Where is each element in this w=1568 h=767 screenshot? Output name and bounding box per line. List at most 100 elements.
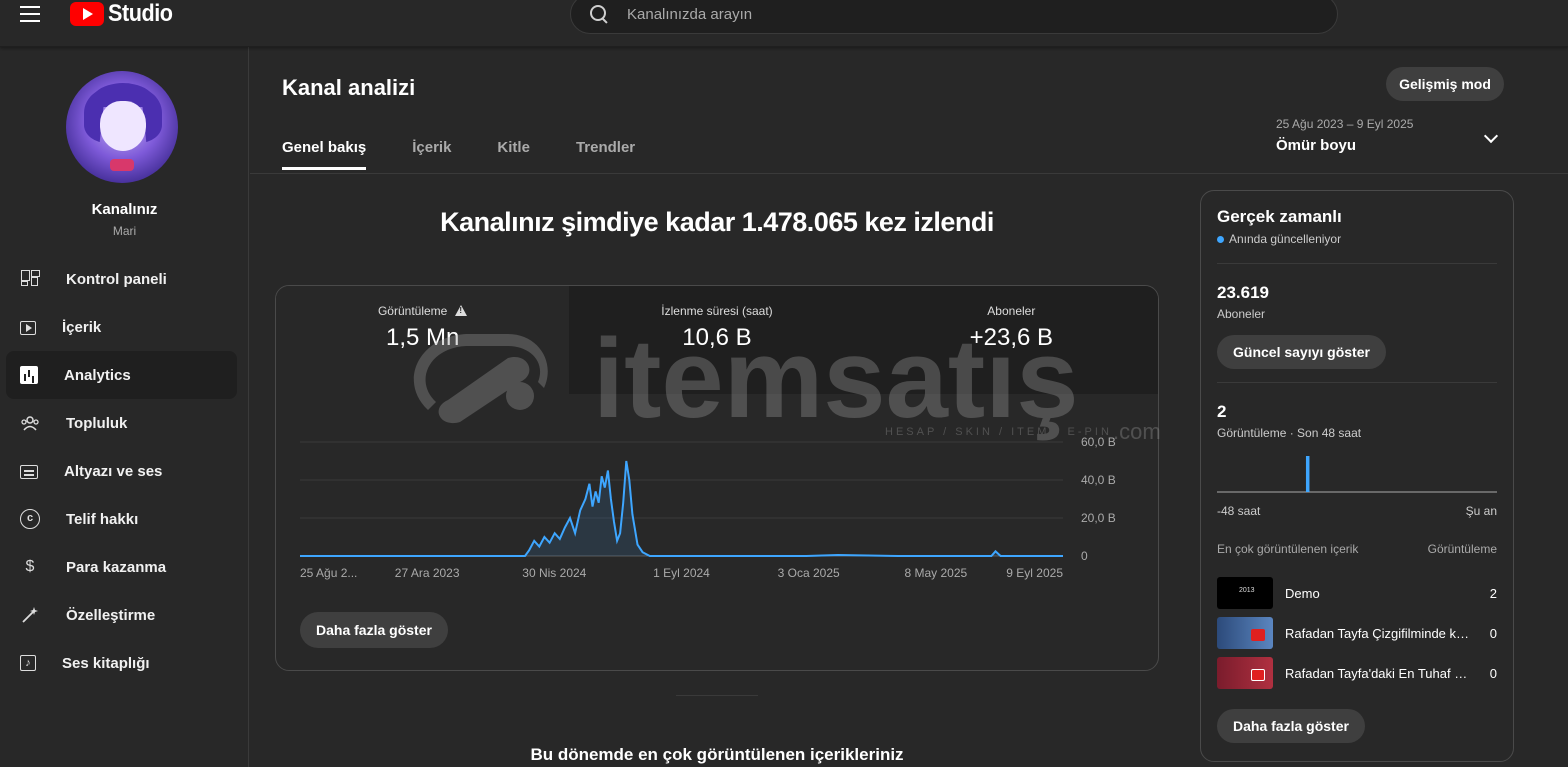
sidebar-item-label: Topluluk xyxy=(66,414,128,432)
top-bar: Studio xyxy=(0,0,1568,47)
realtime-show-more-button[interactable]: Daha fazla göster xyxy=(1217,709,1365,743)
realtime-live-text: Anında güncelleniyor xyxy=(1229,232,1342,246)
content-views: 0 xyxy=(1489,665,1497,681)
tab-content[interactable]: İçerik xyxy=(412,139,451,170)
realtime-views-label: Görüntüleme · Son 48 saat xyxy=(1217,426,1362,440)
top-content-row[interactable]: Rafadan Tayfa'daki En Tuhaf … 0 xyxy=(1217,657,1497,689)
sidebar-item-analytics[interactable]: Analytics xyxy=(6,351,237,399)
content-title: Demo xyxy=(1285,585,1320,601)
sidebar-item-label: İçerik xyxy=(62,318,102,336)
metric-tabs: Görüntüleme 1,5 Mn İzlenme süresi (saat)… xyxy=(276,286,1158,394)
warning-icon[interactable] xyxy=(455,305,468,316)
sidebar-item-label: Para kazanma xyxy=(66,558,167,576)
x-tick-label: 25 Ağu 2... xyxy=(300,566,357,580)
sidebar-item-customization[interactable]: Özelleştirme xyxy=(6,591,237,639)
y-tick-label: 40,0 B xyxy=(1081,473,1116,487)
top-content-row[interactable]: Rafadan Tayfa Çizgifilminde k… 0 xyxy=(1217,617,1497,649)
community-icon xyxy=(20,413,40,433)
x-tick-label: 30 Nis 2024 xyxy=(522,566,586,580)
date-range-dates: 25 Ağu 2023 – 9 Eyl 2025 xyxy=(1276,117,1414,131)
date-range-picker[interactable]: 25 Ağu 2023 – 9 Eyl 2025 Ömür boyu xyxy=(1276,117,1504,161)
magic-wand-icon xyxy=(20,605,40,625)
tab-audience[interactable]: Kitle xyxy=(497,139,530,170)
realtime-card: Gerçek zamanlı Anında güncelleniyor 23.6… xyxy=(1200,190,1514,762)
show-more-button[interactable]: Daha fazla göster xyxy=(300,612,448,648)
video-thumbnail xyxy=(1217,617,1273,649)
x-tick-label: 1 Eyl 2024 xyxy=(653,566,710,580)
metric-views[interactable]: Görüntüleme 1,5 Mn xyxy=(276,286,571,394)
series-area xyxy=(300,461,1063,556)
dollar-icon: $ xyxy=(25,558,35,575)
sidebar: Kanalınız Mari Kontrol paneli İçerik Ana… xyxy=(0,47,249,767)
metric-label: Görüntüleme xyxy=(377,304,448,318)
video-thumbnail: 2013 xyxy=(1217,577,1273,609)
overview-card: Görüntüleme 1,5 Mn İzlenme süresi (saat)… xyxy=(275,285,1159,671)
sidebar-item-monetization[interactable]: $ Para kazanma xyxy=(6,543,237,591)
sidebar-item-label: Telif hakkı xyxy=(66,510,139,528)
metric-value: 1,5 Mn xyxy=(385,324,460,351)
sidebar-item-audio-library[interactable]: ♪ Ses kitaplığı xyxy=(6,639,237,687)
content-icon xyxy=(20,321,36,335)
sidebar-item-copyright[interactable]: c Telif hakkı xyxy=(6,495,237,543)
sidebar-item-label: Analytics xyxy=(64,366,131,384)
views-line-chart[interactable]: 60,0 B 40,0 B 20,0 B 0 25 Ağu 2... 27 Ara 202… xyxy=(298,436,1148,596)
divider xyxy=(1217,382,1497,383)
x-tick-label: 3 Oca 2025 xyxy=(778,566,840,580)
x-tick-label: 8 May 2025 xyxy=(904,566,967,580)
advanced-mode-button[interactable]: Gelişmiş mod xyxy=(1386,67,1504,101)
divider xyxy=(1217,263,1497,264)
top-content-row[interactable]: 2013 Demo 2 xyxy=(1217,577,1497,609)
copyright-icon: c xyxy=(20,509,40,529)
y-tick-label: 60,0 B xyxy=(1081,436,1116,449)
total-views-headline: Kanalınız şimdiye kadar 1.478.065 kez iz… xyxy=(440,207,994,237)
metric-value: 10,6 B xyxy=(682,324,752,351)
search-icon[interactable] xyxy=(589,4,609,24)
content-views: 0 xyxy=(1489,625,1497,641)
realtime-bar-chart[interactable] xyxy=(1217,453,1497,493)
studio-logo[interactable]: Studio xyxy=(70,0,180,28)
subtitles-icon xyxy=(20,465,38,479)
video-thumbnail xyxy=(1217,657,1273,689)
sidebar-item-content[interactable]: İçerik xyxy=(6,303,237,351)
search-bar[interactable] xyxy=(570,0,1338,34)
date-range-label: Ömür boyu xyxy=(1276,137,1357,154)
metric-label: Aboneler xyxy=(987,304,1036,318)
y-tick-label: 20,0 B xyxy=(1081,511,1116,525)
analytics-icon xyxy=(20,366,38,384)
y-tick-label: 0 xyxy=(1081,549,1088,563)
analytics-tabs: Genel bakış İçerik Kitle Trendler xyxy=(282,139,681,170)
realtime-title: Gerçek zamanlı xyxy=(1217,207,1342,226)
show-current-count-button[interactable]: Güncel sayıyı göster xyxy=(1217,335,1386,369)
mini-axis-right: Şu an xyxy=(1465,504,1497,518)
sidebar-item-label: Altyazı ve ses xyxy=(64,462,163,480)
sidebar-item-dashboard[interactable]: Kontrol paneli xyxy=(6,255,237,303)
metric-watch-time[interactable]: İzlenme süresi (saat) 10,6 B xyxy=(570,286,865,394)
channel-title: Kanalınız xyxy=(91,201,158,218)
audio-library-icon: ♪ xyxy=(20,655,36,671)
sidebar-item-label: Özelleştirme xyxy=(66,606,156,624)
metric-subscribers[interactable]: Aboneler +23,6 B xyxy=(864,286,1158,394)
page-title: Kanal analizi xyxy=(282,75,416,100)
sidebar-item-label: Kontrol paneli xyxy=(66,270,167,288)
tab-trends[interactable]: Trendler xyxy=(576,139,635,170)
channel-avatar[interactable] xyxy=(66,71,178,183)
series-line xyxy=(300,460,1063,557)
sidebar-nav: Kontrol paneli İçerik Analytics Topluluk… xyxy=(6,255,237,687)
sidebar-item-community[interactable]: Topluluk xyxy=(6,399,237,447)
content-title: Rafadan Tayfa'daki En Tuhaf … xyxy=(1285,665,1468,681)
thumbnail-text: 2013 xyxy=(1239,587,1255,594)
top-content-section-title: Bu dönemde en çok görüntülenen içerikler… xyxy=(530,745,904,764)
realtime-subscribers-label: Aboneler xyxy=(1217,307,1266,321)
section-divider xyxy=(676,695,758,696)
metric-value: +23,6 B xyxy=(969,324,1054,351)
metric-label: İzlenme süresi (saat) xyxy=(661,304,773,318)
tabs-divider xyxy=(250,173,1568,174)
content-views: 2 xyxy=(1489,585,1497,601)
x-tick-label: 27 Ara 2023 xyxy=(395,566,460,580)
search-input[interactable] xyxy=(627,5,1227,23)
realtime-bar xyxy=(1305,456,1310,492)
live-dot-icon xyxy=(1217,236,1224,243)
sidebar-item-subtitles[interactable]: Altyazı ve ses xyxy=(6,447,237,495)
tab-overview[interactable]: Genel bakış xyxy=(282,139,367,170)
menu-icon[interactable] xyxy=(20,6,44,24)
